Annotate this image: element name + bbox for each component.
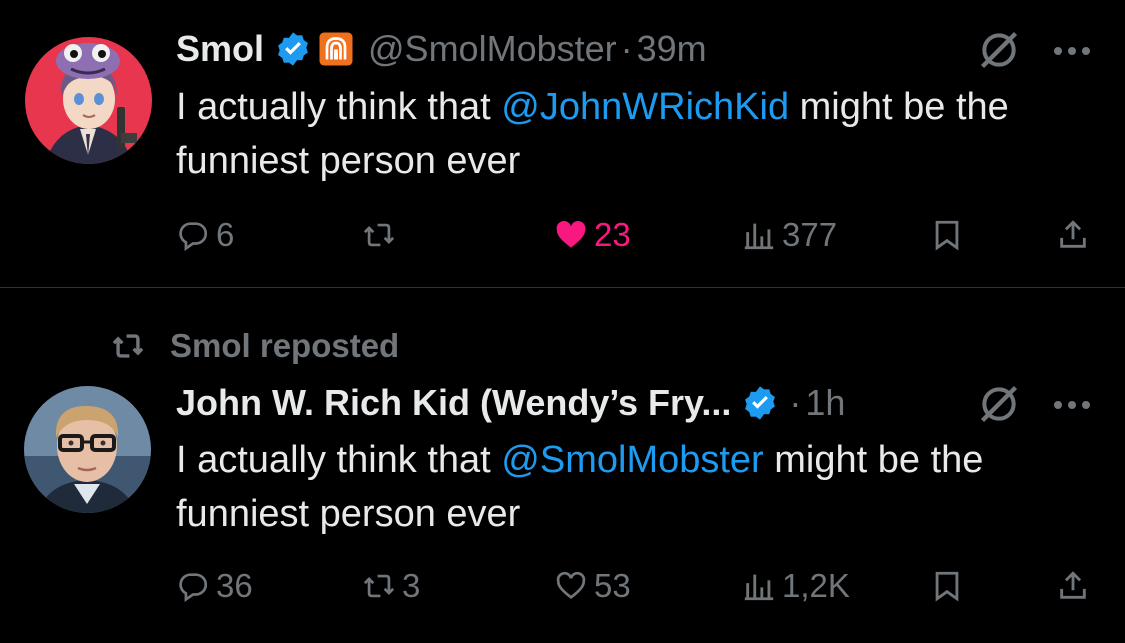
more-icon[interactable]: [1052, 45, 1092, 57]
views-icon: [744, 223, 774, 250]
tweet-text-before: I actually think that: [176, 86, 502, 128]
views-button[interactable]: 377: [742, 213, 837, 257]
repost-indicator[interactable]: Smol reposted: [108, 326, 399, 366]
tweet-text: I actually think that @JohnWRichKid migh…: [176, 80, 1076, 188]
repost-icon: [112, 334, 144, 358]
timestamp[interactable]: 1h: [805, 382, 845, 424]
like-icon: [556, 571, 586, 600]
display-name[interactable]: Smol: [176, 28, 264, 70]
display-name[interactable]: John W. Rich Kid (Wendy’s Fry...: [176, 382, 731, 424]
repost-button[interactable]: 3: [362, 564, 420, 608]
tweet-header: Smol @SmolMobster · 39m: [176, 24, 707, 74]
tweet-text-before: I actually think that: [176, 439, 502, 481]
tweet-text: I actually think that @SmolMobster might…: [176, 433, 1076, 541]
affiliate-badge-icon: [319, 32, 353, 66]
action-bar: 36 3 53 1,2K: [176, 564, 1096, 608]
share-button[interactable]: [1056, 213, 1090, 257]
views-icon: [744, 574, 774, 601]
mention-link[interactable]: @JohnWRichKid: [501, 86, 789, 128]
like-button[interactable]: 53: [554, 564, 631, 608]
grok-icon[interactable]: [977, 28, 1021, 72]
reply-count: 6: [216, 216, 235, 253]
view-count: 1,2K: [782, 567, 850, 604]
avatar-john[interactable]: [24, 386, 151, 513]
more-icon[interactable]: [1052, 399, 1092, 411]
bookmark-icon: [935, 571, 959, 602]
separator-dot: ·: [789, 382, 802, 423]
reply-count: 36: [216, 567, 253, 604]
reply-icon: [179, 222, 208, 252]
action-bar: 6 23 377: [176, 213, 1096, 257]
share-icon: [1060, 571, 1086, 599]
grok-icon[interactable]: [977, 382, 1021, 426]
repost-button[interactable]: [362, 213, 402, 257]
handle[interactable]: @SmolMobster: [368, 28, 617, 70]
verified-badge-icon: [278, 32, 308, 66]
like-count: 53: [594, 567, 631, 604]
repost-label: Smol reposted: [170, 327, 400, 364]
reply-button[interactable]: 36: [176, 564, 253, 608]
repost-icon: [363, 574, 395, 598]
timestamp[interactable]: 39m: [637, 28, 707, 70]
tweet-header: John W. Rich Kid (Wendy’s Fry... · 1h: [176, 378, 845, 428]
mention-link[interactable]: @SmolMobster: [501, 439, 763, 481]
verified-badge-icon: [745, 386, 776, 420]
bookmark-icon: [935, 220, 959, 251]
views-button[interactable]: 1,2K: [742, 564, 850, 608]
repost-icon: [363, 223, 395, 247]
tweet-2[interactable]: Smol reposted John W. Rich Kid (Wendy’s …: [0, 288, 1125, 643]
tweet-1[interactable]: Smol @SmolMobster · 39m I actually think…: [0, 0, 1125, 288]
like-count: 23: [594, 216, 631, 253]
reply-icon: [179, 573, 208, 603]
share-button[interactable]: [1056, 564, 1090, 608]
view-count: 377: [782, 216, 838, 253]
separator-dot: ·: [620, 28, 633, 69]
avatar-smol[interactable]: [25, 37, 152, 164]
share-icon: [1060, 220, 1086, 248]
like-icon: [556, 220, 586, 248]
bookmark-button[interactable]: [930, 213, 964, 257]
bookmark-button[interactable]: [930, 564, 964, 608]
repost-count: 3: [402, 567, 421, 604]
like-button[interactable]: 23: [554, 213, 631, 257]
reply-button[interactable]: 6: [176, 213, 234, 257]
